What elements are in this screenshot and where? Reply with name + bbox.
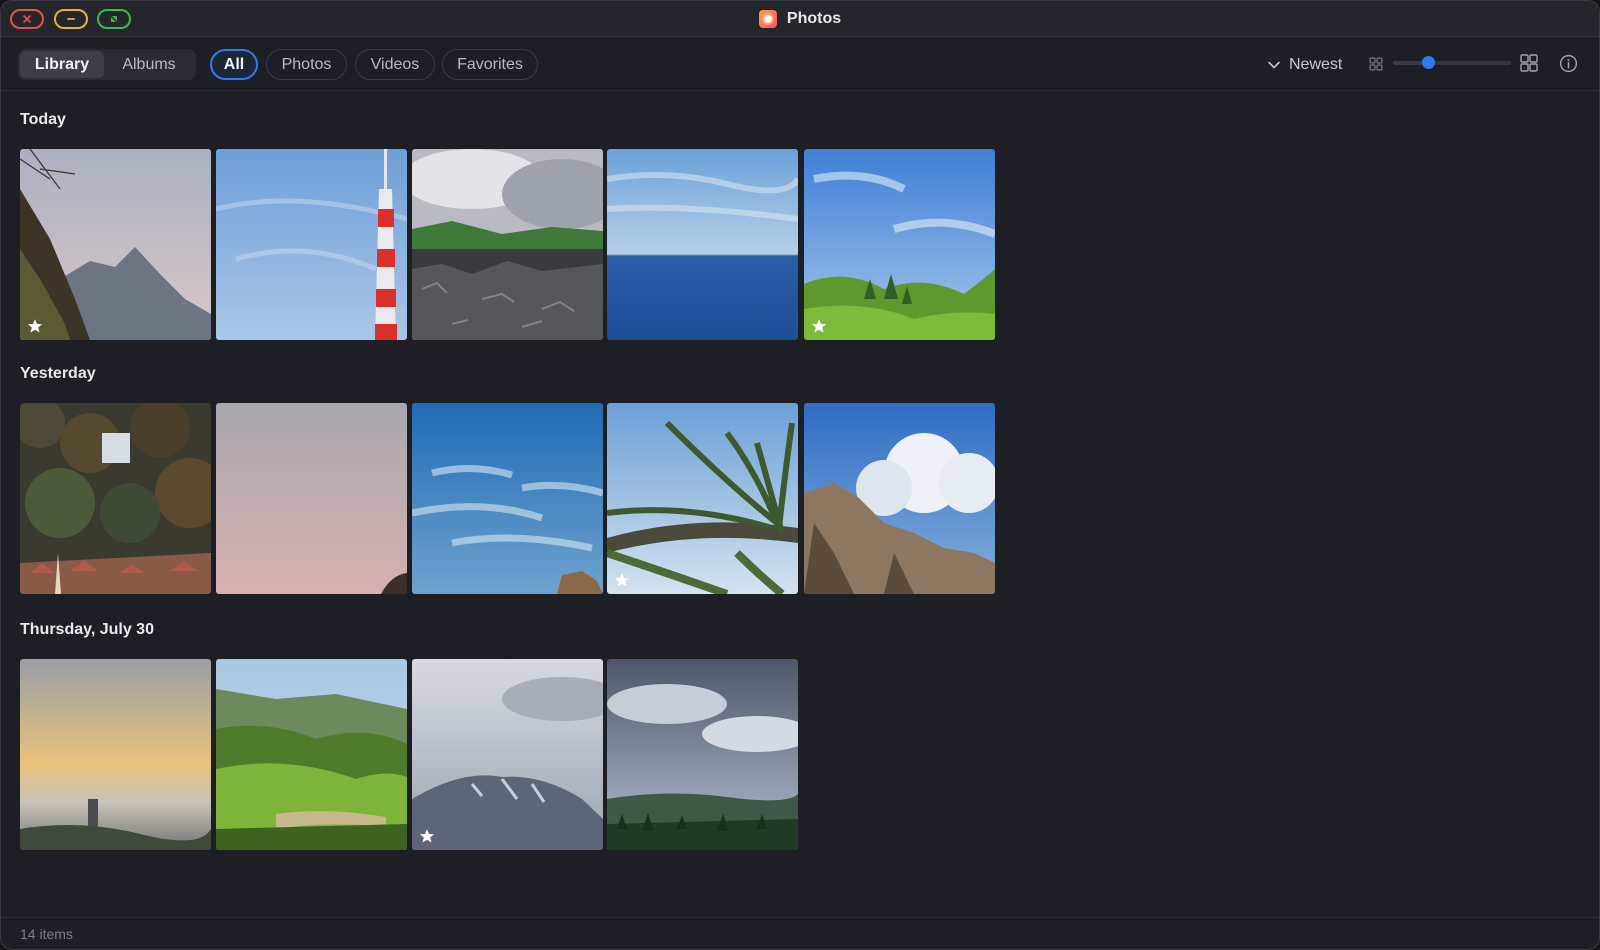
view-switcher: Library Albums — [18, 49, 196, 80]
favorite-star-icon — [420, 829, 434, 843]
favorite-star-icon — [615, 573, 629, 587]
photo-image — [607, 403, 798, 594]
photo-image — [20, 149, 211, 340]
photo-image — [412, 659, 603, 850]
photo-thumbnail-radio-tower[interactable] — [216, 149, 407, 340]
photo-thumbnail-cliff-cloud[interactable] — [804, 403, 995, 594]
filter-favorites[interactable]: Favorites — [442, 49, 538, 80]
photo-thumbnail-green-hills[interactable] — [804, 149, 995, 340]
photo-thumbnail-cloudy-forest[interactable] — [607, 659, 798, 850]
tab-albums[interactable]: Albums — [104, 51, 194, 78]
window-title: Photos — [1, 1, 1599, 37]
info-icon[interactable] — [1559, 54, 1578, 73]
large-grid-icon[interactable] — [1519, 53, 1539, 73]
chevron-down-icon — [1268, 61, 1280, 68]
photo-image — [607, 659, 798, 850]
photo-thumbnail-sunset-haze[interactable] — [20, 659, 211, 850]
favorite-star-icon — [28, 319, 42, 333]
photo-image — [607, 149, 798, 340]
sort-label: Newest — [1289, 55, 1343, 73]
item-count: 14 items — [20, 926, 73, 942]
title-bar: Photos — [1, 1, 1599, 37]
small-grid-icon[interactable] — [1368, 56, 1384, 72]
photo-image — [216, 403, 407, 594]
sort-dropdown[interactable]: Newest — [1267, 49, 1342, 80]
photo-image — [804, 149, 995, 340]
photo-image — [804, 403, 995, 594]
photo-thumbnail-blue-sky[interactable] — [412, 403, 603, 594]
photo-image — [20, 659, 211, 850]
filter-photos[interactable]: Photos — [266, 49, 347, 80]
photos-window: Photos Library Albums All Photos Videos … — [0, 0, 1600, 950]
photo-image — [216, 659, 407, 850]
toolbar: Library Albums All Photos Videos Favorit… — [1, 37, 1599, 91]
tab-library[interactable]: Library — [20, 51, 104, 78]
photo-image — [20, 403, 211, 594]
photo-image — [412, 403, 603, 594]
zoom-slider[interactable] — [1393, 56, 1511, 69]
section-title: Thursday, July 30 — [20, 621, 154, 638]
photo-image — [216, 149, 407, 340]
photo-thumbnail-palm-tree[interactable] — [607, 403, 798, 594]
favorite-star-icon — [812, 319, 826, 333]
photo-thumbnail-pink-sky[interactable] — [216, 403, 407, 594]
photo-thumbnail-ocean[interactable] — [607, 149, 798, 340]
photo-thumbnail-green-valley[interactable] — [216, 659, 407, 850]
photos-app-icon — [758, 10, 777, 28]
zoom-slider-knob[interactable] — [1422, 56, 1436, 69]
photo-thumbnail-lava-field[interactable] — [412, 149, 603, 340]
section-title: Today — [20, 111, 66, 128]
filter-videos[interactable]: Videos — [355, 49, 435, 80]
section-title: Yesterday — [20, 365, 96, 382]
photo-thumbnail-snowy-peak[interactable] — [412, 659, 603, 850]
photo-thumbnail-forest-village[interactable] — [20, 403, 211, 594]
status-bar: 14 items — [1, 917, 1599, 949]
window-title-text: Photos — [786, 10, 842, 27]
filter-all[interactable]: All — [210, 49, 258, 80]
photo-image — [412, 149, 603, 340]
photo-thumbnail-mountain-cliff[interactable] — [20, 149, 211, 340]
